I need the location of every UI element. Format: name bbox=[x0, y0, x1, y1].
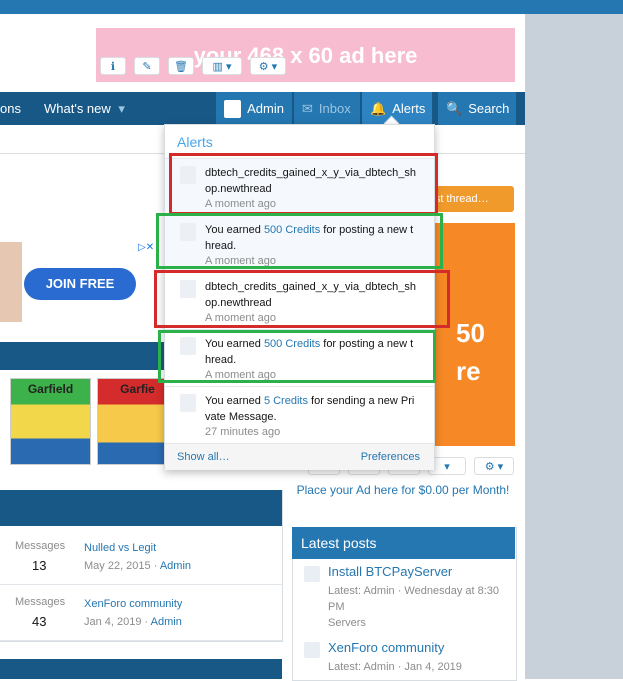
navbar: ons What's new ▾ Admin ✉ Inbox 🔔 Alerts … bbox=[0, 92, 525, 125]
join-free-button[interactable]: JOIN FREE bbox=[24, 268, 136, 300]
place-ad-link[interactable]: Place your Ad here for $0.00 per Month! bbox=[296, 481, 510, 499]
sidebar-ad-text: re bbox=[456, 356, 481, 386]
latest-posts-title: Latest posts bbox=[292, 527, 515, 559]
alert-item[interactable]: You earned 5 Credits for sending a new P… bbox=[165, 386, 434, 444]
latest-post-forum[interactable]: Servers bbox=[328, 615, 508, 631]
chevron-down-icon: ▾ bbox=[118, 101, 125, 116]
last-post-date: May 22, 2015 bbox=[84, 560, 151, 572]
latest-post-meta: Latest: Admin · Jan 4, 2019 bbox=[328, 659, 508, 675]
last-post-date: Jan 4, 2019 bbox=[84, 616, 142, 628]
latest-post-meta-line: Latest: Admin · Jan 4, 2019 bbox=[328, 661, 462, 673]
forum-node-row: Messages 13 Nulled vs Legit May 22, 2015… bbox=[0, 532, 282, 585]
alert-time: 27 minutes ago bbox=[205, 426, 281, 438]
preferences-link[interactable]: Preferences bbox=[361, 451, 420, 463]
envelope-icon: ✉ bbox=[302, 101, 313, 116]
latest-post-title[interactable]: XenForo community bbox=[328, 640, 444, 655]
show-all-link[interactable]: Show all… bbox=[177, 451, 230, 463]
forum-category-header bbox=[0, 490, 282, 526]
top-bar-right bbox=[525, 0, 623, 14]
stat-value: 43 bbox=[32, 614, 47, 629]
alerts-menu-title: Alerts bbox=[177, 134, 213, 150]
credits-link[interactable]: 5 Credits bbox=[264, 395, 308, 407]
avatar bbox=[180, 337, 196, 355]
stats-chevron-down-icon[interactable]: ▥ ▾ bbox=[202, 57, 242, 75]
bell-icon: 🔔 bbox=[370, 101, 387, 116]
latest-post-title[interactable]: Install BTCPayServer bbox=[328, 564, 452, 579]
search-button[interactable]: 🔍 Search bbox=[438, 92, 516, 125]
comic-thumbnail[interactable]: Garfield bbox=[10, 378, 91, 465]
alert-text-part: You earned bbox=[205, 338, 264, 350]
alert-time: A moment ago bbox=[205, 312, 276, 324]
alert-item[interactable]: dbtech_credits_gained_x_y_via_dbtech_sho… bbox=[165, 158, 434, 216]
stat-label: Messages bbox=[15, 540, 66, 552]
avatar bbox=[180, 223, 196, 241]
sidebar-ad-text: 50 bbox=[456, 318, 485, 348]
alert-text-part: You earned bbox=[205, 224, 264, 236]
alert-item[interactable]: You earned 500 Credits for posting a new… bbox=[165, 329, 434, 387]
search-label: Search bbox=[468, 101, 510, 116]
nav-item-label: What's new bbox=[44, 101, 111, 116]
nav-item-partial[interactable]: ons bbox=[0, 92, 21, 125]
ad-image bbox=[0, 242, 22, 322]
close-icon[interactable]: ▷✕ bbox=[138, 242, 154, 254]
account-label: Admin bbox=[247, 101, 284, 116]
alert-time: A moment ago bbox=[205, 198, 276, 210]
alert-item[interactable]: dbtech_credits_gained_x_y_via_dbtech_sho… bbox=[165, 272, 434, 330]
alerts-button[interactable]: 🔔 Alerts bbox=[362, 92, 432, 125]
avatar[interactable] bbox=[304, 642, 320, 658]
alert-text: You earned 5 Credits for sending a new P… bbox=[205, 393, 417, 425]
avatar bbox=[180, 280, 196, 298]
credits-link[interactable]: 500 Credits bbox=[264, 224, 320, 236]
info-icon[interactable]: ℹ bbox=[100, 57, 126, 75]
trash-icon[interactable]: 🗑 bbox=[168, 57, 194, 75]
account-button[interactable]: Admin bbox=[216, 92, 292, 125]
alert-time: A moment ago bbox=[205, 255, 276, 267]
alert-time: A moment ago bbox=[205, 369, 276, 381]
last-post-link[interactable]: XenForo community bbox=[84, 598, 182, 610]
last-post-meta: May 22, 2015 · Admin bbox=[84, 560, 192, 572]
gear-icon[interactable]: ⚙ ▾ bbox=[474, 457, 514, 475]
alert-text: You earned 500 Credits for posting a new… bbox=[205, 222, 417, 254]
avatar bbox=[180, 166, 196, 184]
stat-label: Messages bbox=[15, 596, 66, 608]
gear-icon[interactable]: ⚙ ▾ bbox=[250, 57, 286, 75]
comic-title: Garfield bbox=[27, 382, 74, 396]
top-bar bbox=[0, 0, 525, 14]
ad-tools: ℹ ✎ 🗑 ▥ ▾ ⚙ ▾ bbox=[100, 57, 286, 77]
alerts-label: Alerts bbox=[392, 101, 426, 116]
nav-item-whats-new[interactable]: What's new ▾ bbox=[44, 92, 125, 125]
section-header bbox=[0, 659, 282, 679]
stat-value: 13 bbox=[32, 558, 47, 573]
last-post-link[interactable]: Nulled vs Legit bbox=[84, 542, 156, 554]
alert-item[interactable]: You earned 500 Credits for posting a new… bbox=[165, 215, 434, 273]
last-post-user[interactable]: Admin bbox=[160, 560, 191, 572]
avatar bbox=[224, 99, 242, 118]
alert-text: You earned 500 Credits for posting a new… bbox=[205, 336, 417, 368]
avatar bbox=[180, 394, 196, 412]
inbox-button[interactable]: ✉ Inbox bbox=[294, 92, 360, 125]
avatar[interactable] bbox=[304, 566, 320, 582]
edit-icon[interactable]: ✎ bbox=[134, 57, 160, 75]
search-icon: 🔍 bbox=[446, 101, 463, 116]
alert-text: dbtech_credits_gained_x_y_via_dbtech_sho… bbox=[205, 281, 416, 309]
inbox-label: Inbox bbox=[318, 101, 351, 116]
last-post-user[interactable]: Admin bbox=[151, 616, 182, 628]
alert-text-part: You earned bbox=[205, 395, 264, 407]
alerts-menu: Alerts dbtech_credits_gained_x_y_via_dbt… bbox=[164, 124, 435, 470]
latest-post-meta-line: Latest: Admin · Wednesday at 8:30 PM bbox=[328, 585, 500, 613]
last-post-meta: Jan 4, 2019 · Admin bbox=[84, 616, 182, 628]
latest-post-meta: Latest: Admin · Wednesday at 8:30 PM Ser… bbox=[328, 583, 508, 631]
alert-text: dbtech_credits_gained_x_y_via_dbtech_sho… bbox=[205, 167, 416, 195]
alerts-menu-footer: Show all… Preferences bbox=[165, 443, 434, 470]
credits-link[interactable]: 500 Credits bbox=[264, 338, 320, 350]
page-background bbox=[525, 0, 623, 679]
forum-node-row: Messages 43 XenForo community Jan 4, 201… bbox=[0, 588, 282, 641]
